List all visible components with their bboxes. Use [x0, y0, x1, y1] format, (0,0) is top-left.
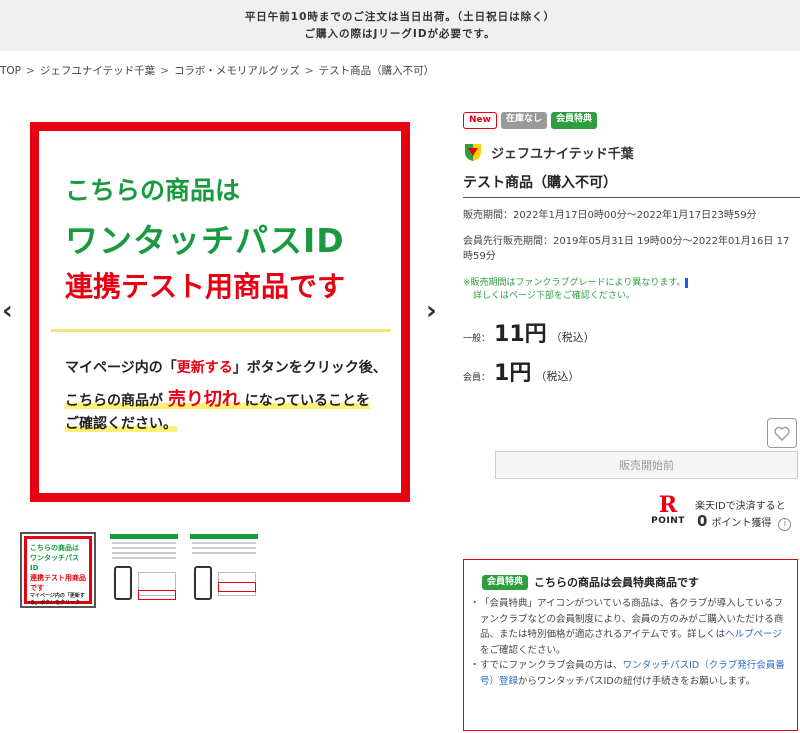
breadcrumb-club[interactable]: ジェフユナイテッド千葉 [40, 65, 155, 77]
image-heading-1: こちらの商品は [65, 176, 241, 205]
sale-period: 販売期間：2022年1月17日0時00分～2022年1月17日23時59分 [463, 210, 757, 221]
prev-image-arrow-icon[interactable]: ‹ [2, 296, 13, 326]
member-benefit-badge: 会員特典 [482, 574, 529, 590]
member-badge: 会員特典 [550, 112, 597, 129]
out-of-stock-badge: 在庫なし [500, 112, 547, 129]
price-general-value: 11円 [494, 322, 547, 347]
tax-label: （税込） [550, 331, 595, 344]
brand[interactable]: ジェフユナイテッド千葉 [463, 142, 634, 162]
breadcrumb-category[interactable]: コラボ・メモリアルグッズ [174, 65, 300, 77]
shipping-notice: 平日午前10時までのご注文は当日出荷。（土日祝日は除く） ご購入の際はJリーグI… [0, 0, 800, 51]
image-heading-2: ワンタッチパスID [65, 221, 345, 260]
image-divider [51, 329, 391, 332]
favorite-button[interactable] [767, 418, 797, 448]
thumbnail-2[interactable] [106, 532, 182, 608]
product-title: テスト商品（購入不可） [463, 175, 617, 191]
thumbnail-1[interactable]: こちらの商品は ワンタッチパスID 連携テスト用商品です マイページ内の「更新す… [20, 532, 96, 608]
list-item: ・ すでにファンクラブ会員の方は、ワンタッチパスID（クラブ発行会員番号）登録か… [470, 660, 785, 687]
image-text-2: こちらの商品が 売り切れ になっていることを [65, 389, 371, 410]
price-member-value: 1円 [494, 361, 532, 386]
help-page-link[interactable]: ヘルプページ [725, 629, 782, 640]
thumbnail-3[interactable] [186, 532, 262, 608]
breadcrumb: TOP > ジェフユナイテッド千葉 > コラボ・メモリアルグッズ > テスト商品（購入不可） [0, 63, 434, 78]
brand-name: ジェフユナイテッド千葉 [491, 146, 634, 162]
new-badge: New [463, 112, 497, 129]
member-pre-sale-period: 会員先行販売期間：2019年05月31日 19時00分～2022年01月16日 … [463, 236, 790, 262]
price-general: 一般： 11円 （税込） [463, 316, 595, 348]
sale-not-started-button[interactable]: 販売開始前 [495, 451, 798, 479]
price-member-label: 会員： [463, 373, 491, 383]
info-icon[interactable]: i [778, 517, 792, 531]
member-benefit-title: こちらの商品は会員特典商品です [534, 576, 700, 589]
notice-line-2: ご購入の際はJリーグIDが必要です。 [304, 28, 496, 40]
period-note: ※販売期間はファンクラブグレードにより異なります。 詳しくはページ下部をご確認く… [463, 277, 763, 303]
price-member: 会員： 1円 （税込） [463, 355, 579, 387]
breadcrumb-top[interactable]: TOP [0, 65, 21, 77]
list-item: ・ 「会員特典」アイコンがついている商品は、各クラブが導入しているファンクラブな… [470, 598, 784, 656]
price-general-label: 一般： [463, 334, 491, 344]
product-badges: New 在庫なし 会員特典 [463, 112, 597, 129]
title-divider [463, 197, 800, 198]
main-product-image: こちらの商品は ワンタッチパスID 連携テスト用商品です マイページ内の「更新す… [30, 122, 410, 502]
breadcrumb-separator: > [304, 65, 314, 77]
rakuten-point-logo: R POINT [651, 492, 685, 526]
next-image-arrow-icon[interactable]: › [426, 296, 437, 326]
breadcrumb-separator: > [26, 65, 35, 77]
tax-label: （税込） [535, 370, 580, 383]
heart-icon [774, 426, 790, 441]
rakuten-text: 楽天IDで決済すると [695, 501, 786, 512]
breadcrumb-separator: > [160, 65, 169, 77]
club-logo-icon [465, 144, 481, 161]
member-benefit-box: 会員特典 こちらの商品は会員特典商品です ・ 「会員特典」アイコンがついている商… [463, 559, 798, 731]
image-text-3: ご確認ください。 [65, 416, 177, 432]
image-text-1: マイページ内の「更新する」ボタンをクリック後、 [65, 360, 387, 376]
notice-line-1: 平日午前10時までのご注文は当日出荷。（土日祝日は除く） [244, 11, 556, 23]
rakuten-points: 0 ポイント獲得 i [697, 512, 792, 531]
rakuten-r-icon: R [658, 492, 678, 518]
image-heading-3: 連携テスト用商品です [65, 270, 346, 303]
points-value: 0 [697, 512, 708, 530]
breadcrumb-current: テスト商品（購入不可） [318, 65, 435, 77]
